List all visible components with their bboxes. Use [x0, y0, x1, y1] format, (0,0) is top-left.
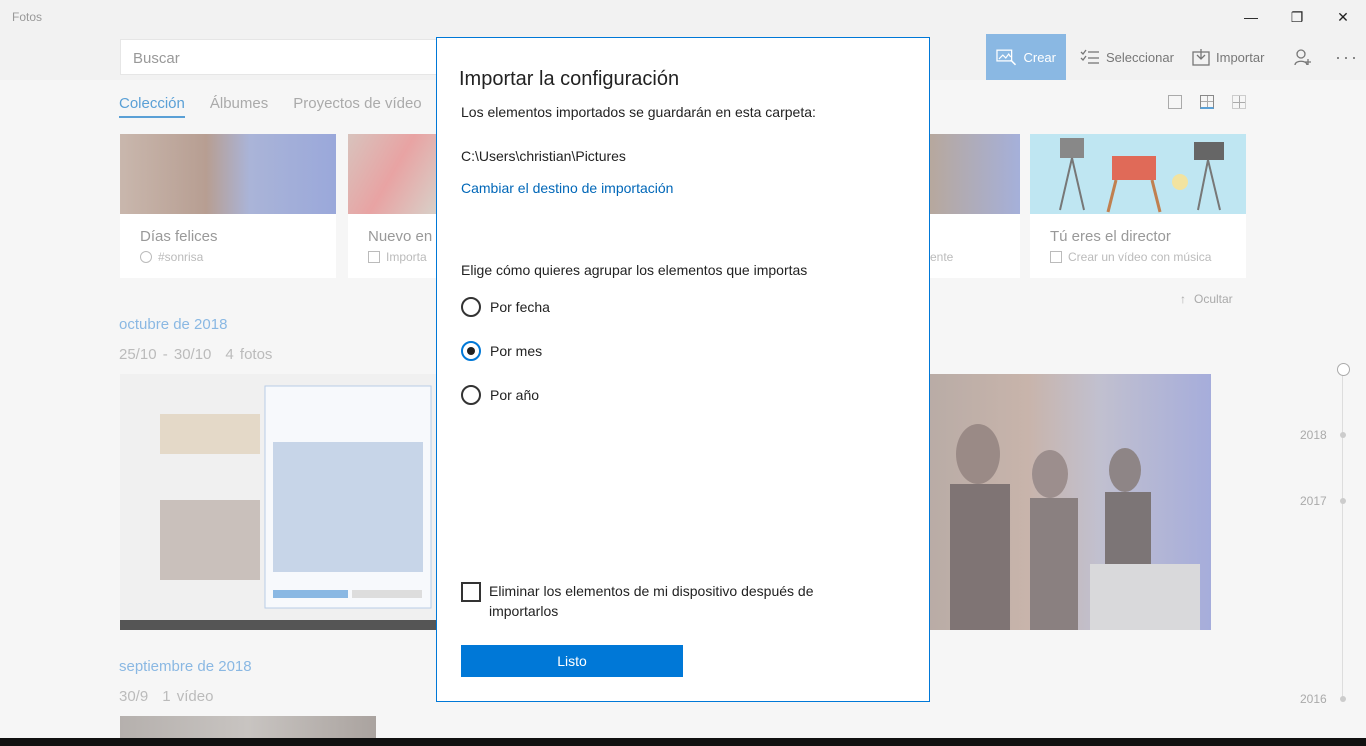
radio-label: Por mes: [490, 343, 543, 359]
minimize-icon: —: [1244, 9, 1258, 25]
import-button[interactable]: Importar: [1182, 34, 1274, 80]
large-view-icon[interactable]: [1168, 95, 1182, 109]
hide-button[interactable]: ↑ Ocultar: [1180, 292, 1233, 306]
tab-bar: Colección Álbumes Proyectos de vídeo: [119, 95, 422, 118]
screenshot-thumbnail: [120, 374, 436, 630]
add-person-icon: [1294, 49, 1311, 66]
timeline-dot: [1340, 696, 1346, 702]
card-thumbnail: [348, 134, 436, 214]
maximize-button[interactable]: ❐: [1274, 0, 1320, 34]
delete-checkbox[interactable]: [461, 582, 481, 602]
timeline-year[interactable]: 2017: [1300, 494, 1327, 508]
change-destination-link[interactable]: Cambiar el destino de importación: [461, 180, 673, 196]
card-new[interactable]: Nuevo en Importa: [348, 134, 436, 278]
timeline-year[interactable]: 2018: [1300, 428, 1327, 442]
card-subtitle: Crear un vídeo con música: [1050, 250, 1211, 264]
tab-collection[interactable]: Colección: [119, 95, 185, 118]
delete-checkbox-label: Eliminar los elementos de mi dispositivo…: [489, 583, 814, 619]
more-button[interactable]: ···: [1325, 34, 1366, 80]
photo-conference[interactable]: [930, 374, 1211, 630]
date-range: 25/10 - 30/10 4 fotos: [119, 346, 273, 363]
smile-icon: [140, 251, 152, 263]
maximize-icon: ❐: [1290, 8, 1304, 25]
folder-path: C:\Users\christian\Pictures: [461, 148, 626, 164]
date-range: 30/9 1 vídeo: [119, 688, 214, 705]
select-button[interactable]: Seleccionar: [1070, 34, 1184, 80]
card-title: Nuevo en: [368, 228, 433, 245]
month-heading: septiembre de 2018: [119, 658, 252, 675]
hide-label: Ocultar: [1194, 292, 1233, 306]
photo-screenshot[interactable]: [120, 374, 436, 630]
minimize-button[interactable]: —: [1228, 0, 1274, 34]
radio-by-month[interactable]: Por mes: [461, 341, 542, 361]
more-icon: ···: [1335, 46, 1359, 67]
close-button[interactable]: ✕: [1320, 0, 1366, 34]
done-button[interactable]: Listo: [461, 645, 683, 677]
radio-label: Por año: [490, 387, 540, 403]
view-switcher: [1168, 95, 1246, 109]
timeline-year[interactable]: 2016: [1300, 692, 1327, 706]
folder-intro: Los elementos importados se guardarán en…: [461, 104, 816, 120]
timeline-dot: [1340, 432, 1346, 438]
search-input[interactable]: Buscar: [120, 39, 440, 75]
card-partial[interactable]: ente: [930, 134, 1020, 278]
import-label: Importar: [1216, 49, 1265, 65]
close-icon: ✕: [1337, 8, 1349, 25]
delete-after-import-option[interactable]: Eliminar los elementos de mi dispositivo…: [461, 581, 881, 621]
card-thumbnail: [120, 134, 336, 214]
taskbar: [0, 738, 1366, 746]
create-button[interactable]: Crear: [986, 34, 1066, 80]
card-director[interactable]: Tú eres el director Crear un vídeo con m…: [1030, 134, 1246, 278]
title-bar: Fotos — ❐ ✕: [0, 0, 1366, 34]
arrow-up-icon: ↑: [1180, 292, 1186, 306]
select-icon: [1080, 49, 1099, 64]
card-subtitle: #sonrisa: [140, 250, 203, 264]
month-heading: octubre de 2018: [119, 316, 228, 333]
card-thumbnail: [1030, 134, 1246, 214]
radio-by-date[interactable]: Por fecha: [461, 297, 550, 317]
import-settings-dialog: Importar la configuración Los elementos …: [436, 37, 930, 702]
radio-button[interactable]: [461, 341, 481, 361]
photo-content: [950, 424, 1200, 630]
dialog-title: Importar la configuración: [459, 68, 680, 90]
select-label: Seleccionar: [1106, 49, 1174, 65]
timeline-handle[interactable]: [1337, 363, 1350, 376]
small-grid-icon[interactable]: [1232, 95, 1246, 109]
timeline-track[interactable]: [1342, 367, 1343, 697]
create-label: Crear: [1023, 49, 1056, 65]
timeline-dot: [1340, 498, 1346, 504]
medium-grid-icon[interactable]: [1200, 95, 1214, 109]
import-icon: [368, 251, 380, 263]
video-thumbnail[interactable]: [120, 716, 376, 738]
add-person-button[interactable]: [1284, 34, 1322, 80]
card-happy-days[interactable]: Días felices #sonrisa: [120, 134, 336, 278]
card-title: Tú eres el director: [1050, 228, 1171, 245]
card-title: Días felices: [140, 228, 218, 245]
card-subtitle: ente: [930, 250, 954, 264]
card-subtitle: Importa: [368, 250, 427, 264]
radio-button[interactable]: [461, 385, 481, 405]
radio-label: Por fecha: [490, 299, 550, 315]
tab-video-projects[interactable]: Proyectos de vídeo: [293, 95, 421, 118]
radio-by-year[interactable]: Por año: [461, 385, 539, 405]
card-thumbnail: [930, 134, 1020, 214]
video-icon: [1050, 251, 1062, 263]
tab-albums[interactable]: Álbumes: [210, 95, 268, 118]
radio-button[interactable]: [461, 297, 481, 317]
create-icon: [996, 49, 1017, 66]
app-title: Fotos: [12, 10, 43, 24]
group-prompt: Elige cómo quieres agrupar los elementos…: [461, 262, 808, 278]
director-illustration: [1059, 138, 1224, 213]
import-icon: [1192, 49, 1210, 66]
